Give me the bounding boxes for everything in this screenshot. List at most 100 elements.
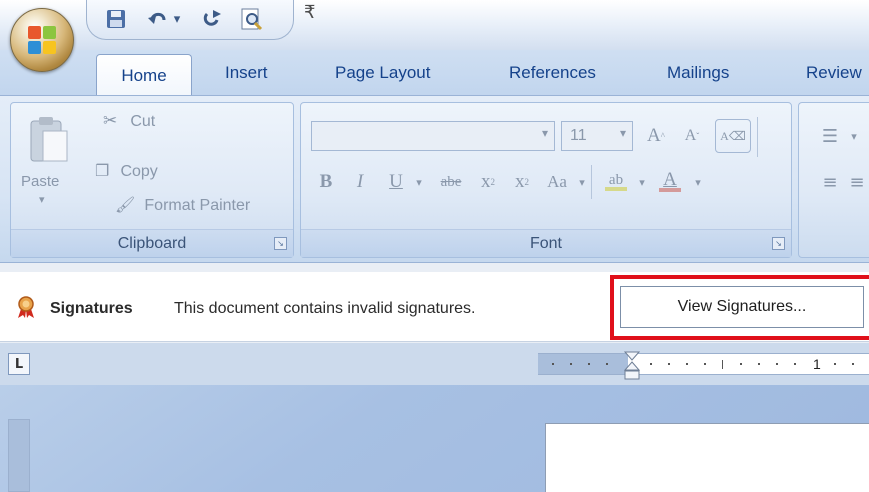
bold-icon: B [319, 171, 333, 192]
clipboard-launcher-icon[interactable]: ↘ [274, 237, 287, 250]
superscript-icon: x [515, 171, 525, 192]
clipboard-group-label: Clipboard ↘ [11, 229, 293, 257]
strikethrough-icon: abe [440, 173, 462, 190]
ribbon: Paste ▾ ✂ Cut ❐ Copy 🖌 Format Painter Cl… [0, 95, 869, 263]
subscript-button[interactable]: x2 [473, 167, 503, 197]
highlight-dropdown-icon[interactable]: ▾ [635, 167, 649, 197]
tab-mailings[interactable]: Mailings [667, 63, 729, 83]
office-button[interactable] [10, 8, 74, 72]
ruler-tick [776, 363, 778, 365]
shrink-font-button[interactable]: Aˇ [675, 121, 709, 151]
grow-font-icon: A [647, 125, 661, 146]
tab-insert[interactable]: Insert [225, 63, 268, 83]
shrink-font-icon: A [684, 127, 697, 144]
ruler-tick [758, 363, 760, 365]
ruler-tick [606, 363, 608, 365]
clipboard-group: Paste ▾ ✂ Cut ❐ Copy 🖌 Format Painter Cl… [10, 102, 294, 258]
highlight-button[interactable]: ab [597, 167, 635, 197]
office-logo-icon [28, 26, 58, 56]
clear-formatting-button[interactable]: A⌫ [715, 119, 751, 153]
cut-button[interactable]: ✂ Cut [103, 111, 155, 137]
bold-button[interactable]: B [311, 167, 341, 197]
tab-review[interactable]: Review [806, 63, 862, 83]
message-bar-text: This document contains invalid signature… [174, 300, 476, 317]
italic-icon: I [356, 171, 364, 192]
vertical-ruler[interactable] [8, 419, 30, 492]
change-case-button[interactable]: Aa [539, 167, 575, 197]
save-icon[interactable] [101, 4, 131, 34]
font-size-combo[interactable]: 11 ▾ [561, 121, 633, 151]
font-color-icon: A [663, 169, 677, 190]
format-painter-label: Format Painter [144, 197, 251, 214]
copy-label: Copy [120, 163, 158, 180]
paste-icon [30, 117, 68, 162]
font-size-dropdown-icon: ▾ [619, 126, 626, 140]
ruler-tick [588, 363, 590, 365]
ruler-tick [570, 363, 572, 365]
highlight-icon: ab [608, 172, 624, 188]
change-case-icon: Aa [547, 172, 567, 191]
highlight-box [610, 275, 869, 340]
scissors-icon: ✂ [103, 111, 118, 130]
customize-qat-icon[interactable]: ₹ [304, 2, 315, 23]
cut-label: Cut [130, 113, 156, 130]
paste-button[interactable]: Paste ▾ [17, 111, 77, 221]
ruler-tick [722, 360, 723, 369]
document-area [0, 385, 869, 492]
ruler-tick [834, 363, 836, 365]
ruler-tick [668, 363, 670, 365]
bullets-icon[interactable]: ☰ [813, 121, 847, 151]
tab-references[interactable]: References [509, 63, 596, 83]
font-name-dropdown-icon: ▾ [541, 126, 548, 140]
ruler-tick [740, 363, 742, 365]
tab-page-layout[interactable]: Page Layout [335, 63, 430, 83]
indent-marker-icon[interactable] [624, 351, 640, 381]
ribbon-tabs: Home Insert Page Layout References Maili… [0, 50, 869, 97]
ruler-tick [794, 363, 796, 365]
bullets-dropdown-icon[interactable]: ▾ [847, 121, 861, 151]
underline-button[interactable]: U [381, 167, 411, 197]
paste-label: Paste [21, 173, 60, 190]
redo-icon[interactable] [197, 4, 227, 34]
superscript-button[interactable]: x2 [507, 167, 537, 197]
tab-home[interactable]: Home [96, 54, 192, 97]
ruler-tick [552, 363, 554, 365]
ruler-row: L 1 [0, 343, 869, 385]
print-preview-icon[interactable] [237, 4, 267, 34]
ruler-tick [686, 363, 688, 365]
font-launcher-icon[interactable]: ↘ [772, 237, 785, 250]
change-case-dropdown-icon[interactable]: ▾ [575, 167, 589, 197]
align-center-icon[interactable]: ≡ [847, 167, 867, 197]
strikethrough-button[interactable]: abe [431, 167, 471, 197]
align-left-icon[interactable]: ≡ [813, 167, 847, 197]
clear-formatting-icon: A⌫ [720, 128, 746, 143]
copy-button[interactable]: ❐ Copy [95, 161, 158, 187]
title-bar: ▾ ₹ [0, 0, 869, 50]
font-name-combo[interactable]: ▾ [311, 121, 555, 151]
clipboard-label: Clipboard [117, 234, 187, 252]
font-group-label: Font ↘ [301, 229, 791, 257]
font-size-value: 11 [570, 127, 587, 144]
signature-ribbon-icon [18, 296, 34, 318]
underline-dropdown-icon[interactable]: ▾ [411, 167, 427, 197]
vertical-ruler-margin [9, 420, 29, 491]
tab-selector-button[interactable]: L [8, 353, 30, 375]
horizontal-ruler[interactable]: 1 [538, 351, 869, 380]
underline-icon: U [389, 171, 403, 192]
font-label: Font [529, 234, 562, 252]
italic-button[interactable]: I [345, 167, 375, 197]
subscript-icon: x [481, 171, 491, 192]
copy-icon: ❐ [95, 163, 110, 180]
paragraph-group: ☰ ▾ ≡ ≡ [798, 102, 869, 258]
grow-font-button[interactable]: A ^ [639, 121, 673, 151]
document-page[interactable] [545, 423, 869, 492]
quick-access-toolbar: ▾ [86, 0, 294, 40]
undo-dropdown-icon[interactable]: ▾ [169, 4, 185, 34]
font-color-dropdown-icon[interactable]: ▾ [691, 167, 705, 197]
ruler-tick [704, 363, 706, 365]
font-color-button[interactable]: A [651, 167, 689, 197]
format-painter-icon: 🖌 [115, 197, 136, 214]
format-painter-button[interactable]: 🖌 Format Painter [115, 195, 250, 221]
message-bar-title: Signatures [50, 300, 133, 317]
ruler-tick [650, 363, 652, 365]
